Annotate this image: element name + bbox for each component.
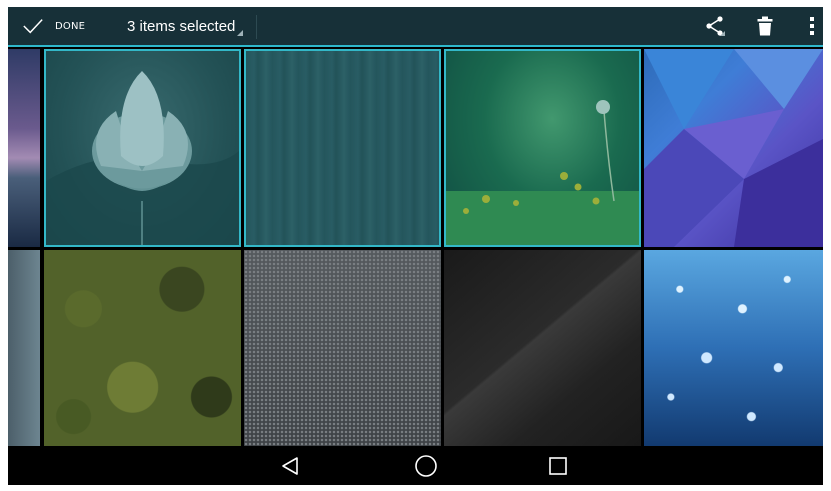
recents-button[interactable] [538,446,578,485]
wallpaper-tile-dark[interactable] [444,250,641,446]
done-button[interactable]: DONE [22,7,92,45]
back-button[interactable] [270,446,310,485]
navigation-bar [8,446,823,485]
wallpaper-tile-metal[interactable] [244,250,441,446]
selection-count-label: 3 items selected [127,17,236,35]
delete-button[interactable] [753,7,777,45]
home-button[interactable] [406,446,446,485]
home-icon [415,454,437,477]
check-icon [23,19,43,34]
overflow-menu-button[interactable] [804,7,820,45]
share-button[interactable] [701,7,729,45]
wallpaper-tile-partial[interactable] [8,250,40,446]
trash-icon [757,16,773,36]
wallpaper-tile-dandelion[interactable] [444,49,641,247]
wallpaper-tile-wood[interactable] [244,49,441,247]
wallpaper-tile-camo[interactable] [44,250,241,446]
overflow-menu-icon [810,17,814,35]
wallpaper-grid [8,47,823,446]
dropdown-corner-icon [237,30,244,36]
device-screen: DONE 3 items selected [8,7,823,485]
wallpaper-tile-rain[interactable] [644,250,823,446]
contextual-action-bar: DONE 3 items selected [8,7,823,47]
back-icon [282,456,298,475]
selection-overlay [246,51,439,245]
wallpaper-tile-partial[interactable] [8,49,40,247]
share-icon [706,16,725,36]
wallpaper-tile-poly[interactable] [644,49,823,247]
recents-icon [549,456,567,475]
done-label: DONE [55,20,86,32]
wallpaper-tile-lotus[interactable] [44,49,241,247]
polygon-image [644,49,823,247]
selection-overlay [446,51,639,245]
action-bar-divider [256,15,257,39]
selection-overlay [46,51,239,245]
selection-count-dropdown[interactable]: 3 items selected [127,7,244,45]
